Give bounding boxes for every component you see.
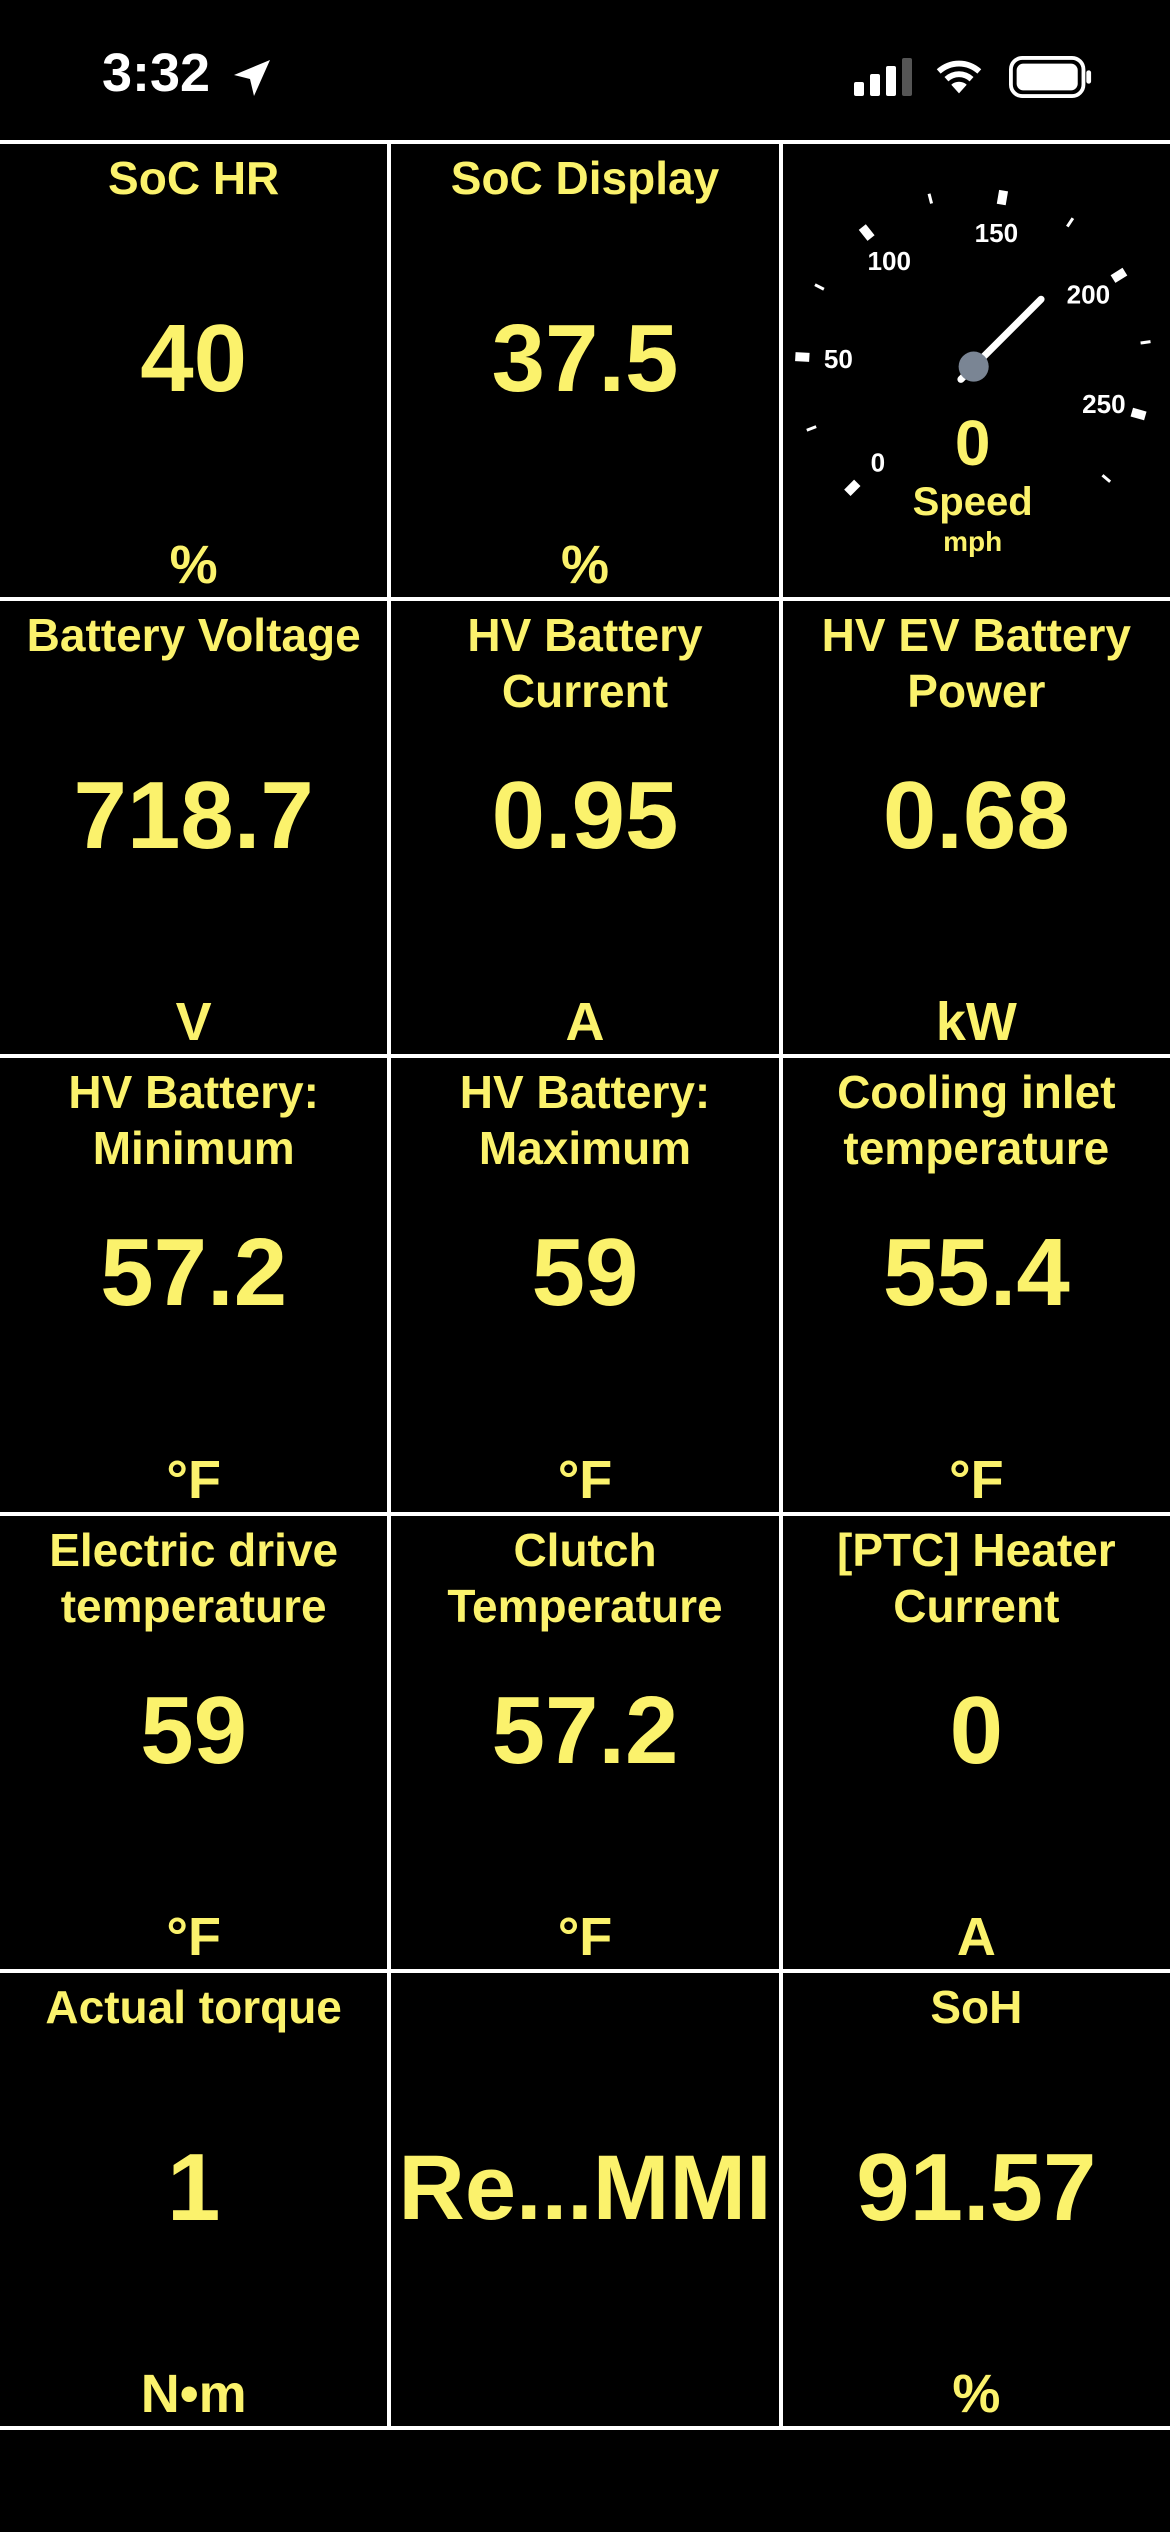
bottom-bar <box>0 2430 1170 2532</box>
tile-electric-drive-temperature[interactable]: Electric drive temperature 59 °F <box>0 1515 388 1969</box>
tile-label: Electric drive temperature <box>49 1523 339 1632</box>
gauge-tick-label: 200 <box>1066 280 1110 310</box>
status-time: 3:32 <box>102 43 211 103</box>
battery-icon <box>1009 56 1092 98</box>
tile-unit: V <box>175 992 212 1053</box>
tile-label: SoC HR <box>108 152 280 204</box>
tile-unit: °F <box>557 1449 613 1510</box>
tile-label: HV Battery: Maximum <box>459 1066 711 1175</box>
gauge-minor-tick <box>927 193 933 204</box>
gauge-tick-label: 50 <box>824 344 853 374</box>
tile-value: 0 <box>949 1676 1004 1784</box>
tile-value: 40 <box>140 305 248 412</box>
tile-unit: N•m <box>140 2364 247 2424</box>
tile-unit: % <box>560 535 609 596</box>
tile-unit: °F <box>949 1449 1004 1510</box>
tile-label: SoH <box>930 1980 1023 2033</box>
status-bar: 3:32 <box>0 0 1170 140</box>
tile-value: Re...MMI <box>398 2136 772 2239</box>
cellular-signal-icon <box>854 58 912 96</box>
tile-speed-gauge[interactable]: 0 50 100 150 200 250 0 Speed mph <box>782 144 1170 598</box>
dashboard-grid: SoC HR 40 % SoC Display 37.5 % 0 50 100 150… <box>0 140 1170 2430</box>
gauge-value: 0 <box>954 407 991 479</box>
tile-label: Clutch Temperature <box>447 1523 723 1632</box>
gauge-minor-tick <box>813 283 825 291</box>
gauge-minor-tick <box>1065 217 1074 228</box>
gauge-tick-label: 250 <box>1082 389 1126 419</box>
tile-label: [PTC] Heater Current <box>837 1523 1116 1632</box>
location-arrow-icon <box>234 60 270 96</box>
gauge-major-tick <box>996 189 1008 206</box>
gauge-label: Speed <box>912 480 1033 524</box>
tile-unit: A <box>956 1906 996 1967</box>
gauge-hub <box>958 351 989 382</box>
tile-hv-battery-current[interactable]: HV Battery Current 0.95 A <box>391 601 779 1055</box>
tile-value: 57.2 <box>100 1219 288 1327</box>
tile-soc-hr[interactable]: SoC HR 40 % <box>0 144 388 598</box>
tile-label: Actual torque <box>45 1980 342 2033</box>
tile-unit: °F <box>166 1449 221 1510</box>
tile-label: Cooling inlet temperature <box>837 1066 1116 1175</box>
tile-ptc-heater-current[interactable]: [PTC] Heater Current 0 A <box>782 1515 1170 1969</box>
gauge-major-tick <box>794 352 810 362</box>
tile-label: HV Battery Current <box>467 609 703 718</box>
gauge-major-tick <box>1110 267 1127 283</box>
tile-unit: °F <box>166 1906 221 1967</box>
tile-cooling-inlet-temperature[interactable]: Cooling inlet temperature 55.4 °F <box>782 1058 1170 1512</box>
wifi-icon <box>936 60 982 94</box>
tile-hv-battery-minimum[interactable]: HV Battery: Minimum 57.2 °F <box>0 1058 388 1512</box>
gauge-unit: mph <box>943 526 1003 557</box>
tile-value: 0.68 <box>882 762 1070 870</box>
gauge-major-tick <box>858 224 875 241</box>
tile-label: HV Battery: Minimum <box>68 1066 319 1175</box>
tile-value: 1 <box>166 2133 221 2241</box>
tile-label: Battery Voltage <box>26 609 361 662</box>
gauge-tick-label: 100 <box>867 246 911 276</box>
tile-soc-display[interactable]: SoC Display 37.5 % <box>391 144 779 598</box>
tile-unit: A <box>565 992 605 1053</box>
tile-unit: °F <box>557 1906 613 1967</box>
tile-hv-ev-battery-power[interactable]: HV EV Battery Power 0.68 kW <box>782 601 1170 1055</box>
tile-clutch-temperature[interactable]: Clutch Temperature 57.2 °F <box>391 1515 779 1969</box>
tile-unit: kW <box>935 992 1017 1053</box>
tile-battery-voltage[interactable]: Battery Voltage 718.7 V <box>0 601 388 1055</box>
tile-unit: % <box>169 535 218 596</box>
gauge-tick-label: 0 <box>870 447 885 477</box>
tile-unit: % <box>952 2364 1001 2424</box>
gauge-minor-tick <box>1101 474 1111 483</box>
gauge-tick-label: 150 <box>974 218 1018 248</box>
tile-soh[interactable]: SoH 91.57 % <box>782 1972 1170 2426</box>
gauge-major-tick <box>1130 407 1147 421</box>
gauge-minor-tick <box>805 425 817 432</box>
tile-value: 718.7 <box>73 762 314 870</box>
tile-value: 0.95 <box>491 762 679 870</box>
gauge-minor-tick <box>1140 340 1151 345</box>
tile-value: 91.57 <box>856 2133 1097 2241</box>
tile-value: 55.4 <box>882 1219 1070 1327</box>
tile-value: 59 <box>531 1219 639 1327</box>
gauge-major-tick <box>843 479 861 496</box>
tile-label: HV EV Battery Power <box>821 609 1131 718</box>
tile-value: 37.5 <box>491 305 679 412</box>
tile-mmi[interactable]: Re...MMI <box>391 1972 779 2426</box>
tile-label: SoC Display <box>450 152 720 204</box>
tile-value: 59 <box>140 1676 248 1784</box>
tile-actual-torque[interactable]: Actual torque 1 N•m <box>0 1972 388 2426</box>
tile-hv-battery-maximum[interactable]: HV Battery: Maximum 59 °F <box>391 1058 779 1512</box>
tile-value: 57.2 <box>491 1676 679 1784</box>
